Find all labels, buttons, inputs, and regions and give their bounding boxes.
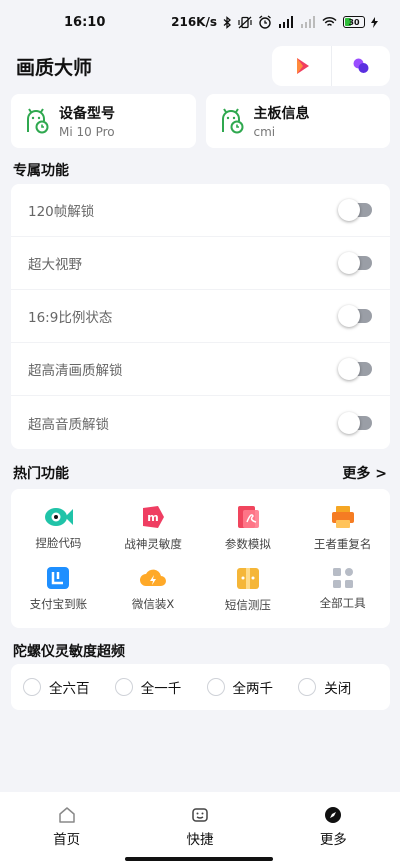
tool-label: 支付宝到账	[29, 597, 88, 612]
toggle-switch[interactable]	[338, 252, 372, 274]
toggle-switch[interactable]	[338, 199, 372, 221]
network-speed: 216K/s	[171, 15, 217, 29]
gyro-options: 全六百 全一千 全两千 关闭	[11, 664, 390, 710]
toggle-row-120fps[interactable]: 120帧解锁	[11, 184, 390, 237]
toggle-row-16-9[interactable]: 16:9比例状态	[11, 290, 390, 343]
vibrate-off-icon	[238, 16, 252, 28]
tool-war-god-sensitivity[interactable]: m 战神灵敏度	[106, 497, 201, 559]
tool-label: 短信测压	[224, 598, 271, 613]
nav-shortcut[interactable]: 快捷	[133, 792, 266, 867]
wifi-icon	[322, 16, 337, 26]
status-bar: 16:10 216K/s 30	[0, 0, 400, 44]
gyro-option-off[interactable]: 关闭	[298, 677, 390, 697]
radio-label: 全一千	[140, 681, 182, 697]
toggle-switch[interactable]	[338, 305, 372, 327]
toggle-row-uhd-graphics[interactable]: 超高清画质解锁	[11, 343, 390, 396]
nav-label: 快捷	[186, 832, 214, 848]
header-actions	[272, 46, 390, 86]
pdf-icon	[237, 505, 259, 528]
toggle-label: 超高音质解锁	[28, 416, 109, 433]
nav-more[interactable]: 更多	[267, 792, 400, 867]
gyro-option-2000[interactable]: 全两千	[206, 677, 299, 697]
tool-all-tools[interactable]: 全部工具	[295, 559, 390, 621]
nav-label: 首页	[53, 832, 81, 848]
device-model-value: Mi 10 Pro	[59, 125, 115, 139]
tool-face-code[interactable]: 捏脸代码	[11, 497, 106, 559]
toggle-label: 16:9比例状态	[28, 310, 113, 326]
gyro-section-title: 陀螺仪灵敏度超频	[13, 644, 125, 660]
printer-icon	[331, 505, 354, 528]
toggle-label: 120帧解锁	[28, 204, 95, 220]
home-icon	[58, 807, 75, 823]
android-clock-icon	[27, 108, 49, 134]
radio-button[interactable]	[206, 678, 225, 696]
toggle-row-wide-view[interactable]: 超大视野	[11, 237, 390, 290]
alarm-icon	[259, 15, 271, 29]
radio-label: 关闭	[324, 681, 352, 697]
status-icons: 216K/s 30	[171, 15, 378, 29]
android-clock-icon	[221, 108, 243, 134]
bottom-nav: 首页 快捷 更多	[0, 792, 400, 867]
tool-label: 参数模拟	[224, 536, 271, 551]
tool-label: 微信装X	[131, 597, 175, 612]
grid-icon	[332, 568, 353, 589]
tool-label: 战神灵敏度	[124, 536, 182, 551]
nav-home[interactable]: 首页	[0, 792, 133, 867]
toggle-row-hq-audio[interactable]: 超高音质解锁	[11, 396, 390, 449]
community-button[interactable]	[331, 46, 390, 86]
device-model-title: 设备型号	[59, 106, 115, 122]
radio-button[interactable]	[23, 678, 41, 696]
board-info-title: 主板信息	[253, 106, 310, 122]
toggle-switch[interactable]	[338, 411, 372, 434]
tool-label: 王者重复名	[313, 536, 372, 551]
gamepad-icon	[192, 808, 208, 822]
alipay-icon	[47, 567, 70, 590]
nav-label: 更多	[319, 832, 347, 848]
signal-weak-icon	[301, 16, 315, 28]
toggle-label: 超大视野	[28, 257, 82, 273]
app-header: 画质大师	[16, 44, 390, 88]
tool-wechat-fake[interactable]: 微信装X	[106, 559, 201, 621]
exclusive-section-title: 专属功能	[13, 163, 69, 179]
radio-button[interactable]	[298, 678, 317, 696]
board-info-card[interactable]: 主板信息 cmi	[205, 94, 390, 148]
radio-label: 全两千	[232, 681, 274, 697]
tools-grid: 捏脸代码 m 战神灵敏度 参数模拟 王者重复名 支付宝到账 微信装X 短信测压 …	[11, 489, 390, 628]
hot-section-title: 热门功能	[13, 466, 69, 482]
gift-box-icon	[236, 568, 259, 590]
battery-level: 30	[348, 17, 360, 27]
tool-alipay-arrival[interactable]: 支付宝到账	[11, 559, 106, 621]
radio-label: 全六百	[49, 681, 90, 697]
status-time: 16:10	[64, 14, 106, 30]
tool-label: 全部工具	[319, 596, 366, 611]
svg-text:m: m	[147, 511, 158, 524]
gyro-option-1000[interactable]: 全一千	[114, 677, 207, 697]
fish-icon	[45, 507, 74, 526]
device-info-row: 设备型号 Mi 10 Pro 主板信息 cmi	[11, 94, 390, 148]
bubbles-icon	[353, 58, 369, 73]
tool-param-simulate[interactable]: 参数模拟	[201, 497, 296, 559]
cloud-bolt-icon	[140, 569, 167, 587]
charging-bolt-icon	[371, 16, 378, 28]
m-badge-icon: m	[143, 505, 165, 528]
board-info-value: cmi	[253, 125, 276, 139]
compass-icon	[325, 807, 342, 823]
gyro-option-600[interactable]: 全六百	[23, 677, 115, 697]
more-link[interactable]: 更多 >	[342, 463, 387, 483]
toggle-label: 超高清画质解锁	[28, 363, 123, 379]
tool-sms-stress[interactable]: 短信测压	[201, 559, 296, 621]
app-title: 画质大师	[16, 56, 93, 79]
exclusive-toggle-list: 120帧解锁 超大视野 16:9比例状态 超高清画质解锁 超高音质解锁	[11, 184, 390, 449]
bluetooth-icon	[223, 15, 231, 29]
tool-label: 捏脸代码	[35, 535, 82, 550]
video-button[interactable]	[272, 46, 331, 86]
signal-hd-icon	[279, 16, 293, 28]
home-indicator[interactable]	[125, 857, 273, 861]
play-video-icon	[296, 58, 309, 74]
device-model-card[interactable]: 设备型号 Mi 10 Pro	[11, 94, 196, 148]
battery-icon: 30	[343, 16, 365, 28]
tool-duplicate-name[interactable]: 王者重复名	[295, 497, 390, 559]
radio-button[interactable]	[114, 678, 133, 696]
toggle-switch[interactable]	[338, 358, 372, 380]
